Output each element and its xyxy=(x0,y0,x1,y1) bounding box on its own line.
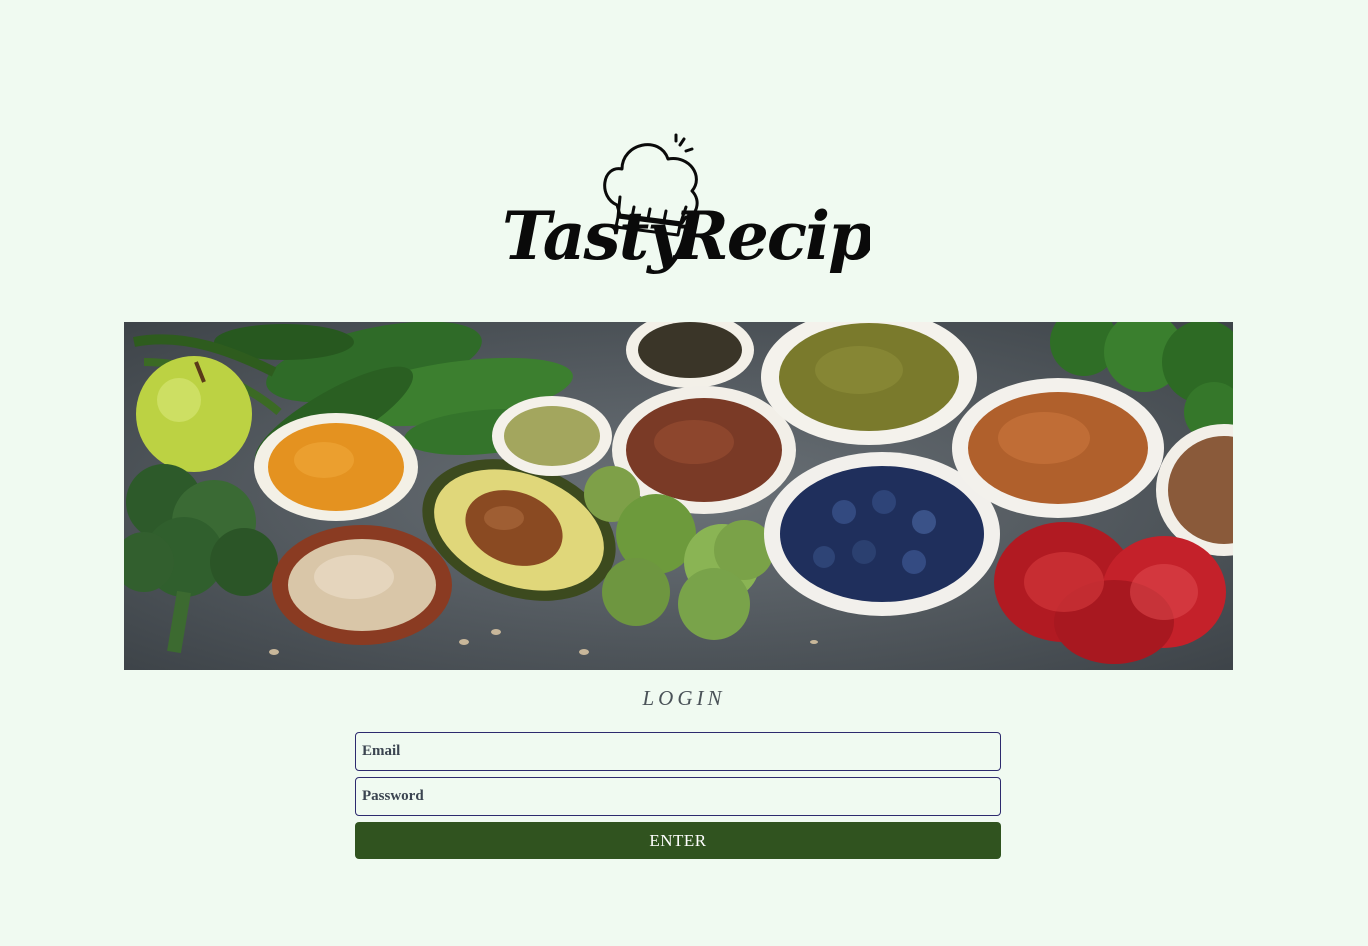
logo-word-tasty: Tasty xyxy=(502,197,690,275)
green-apple xyxy=(136,356,252,472)
email-field[interactable] xyxy=(355,732,1001,771)
matcha-bowl xyxy=(492,396,612,476)
login-title: LOGIN xyxy=(642,686,726,710)
logo-word-recipes: Recipes xyxy=(672,197,870,275)
hero-banner-image xyxy=(124,322,1233,670)
tasty-recipes-logo: Tasty Recipes xyxy=(490,125,870,285)
enter-button[interactable]: ENTER xyxy=(355,822,1001,859)
oats-bowl xyxy=(272,525,452,645)
password-field[interactable] xyxy=(355,777,1001,816)
turmeric-bowl xyxy=(254,413,418,521)
almonds-bowl xyxy=(952,378,1164,518)
